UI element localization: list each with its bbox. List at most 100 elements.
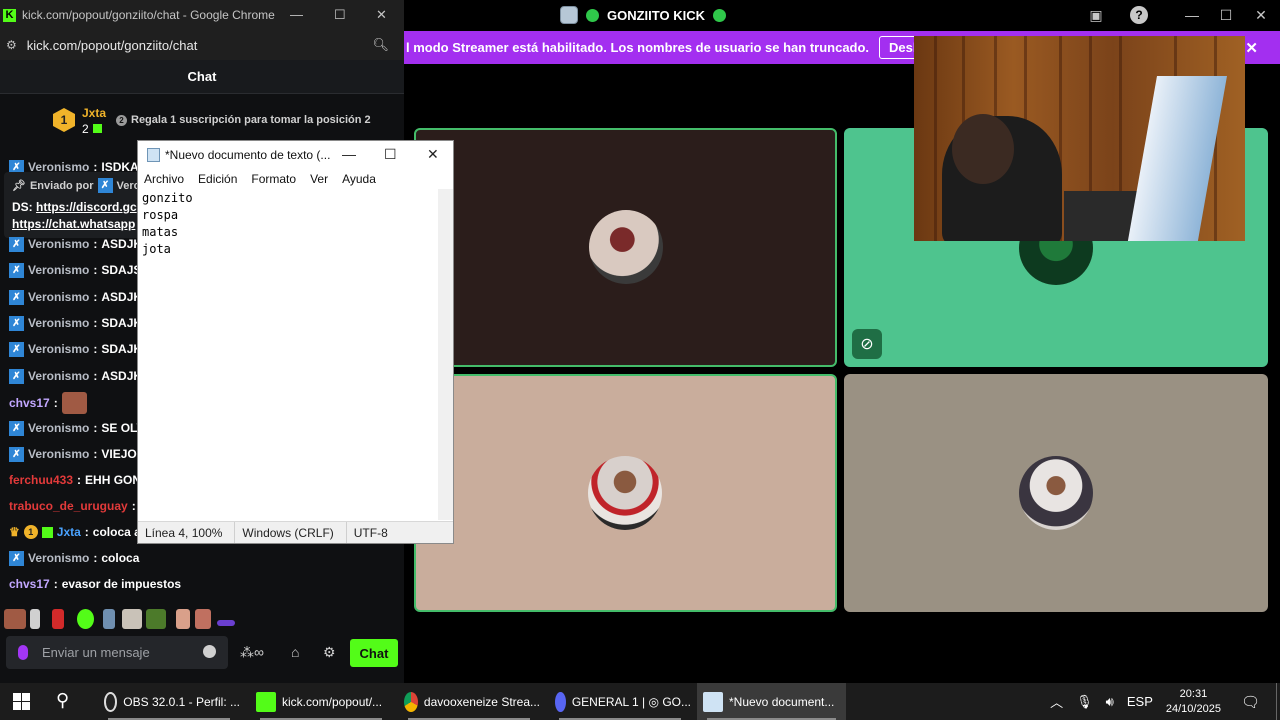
- discord-icon: [555, 691, 566, 712]
- mod-badge-icon: ✗: [9, 446, 24, 462]
- emote-icon[interactable]: [77, 609, 94, 629]
- chat-message: ✗ Veronismo: SE OLVII: [9, 418, 151, 438]
- taskbar-discord[interactable]: GENERAL 1 | ◎ GO...: [549, 683, 691, 720]
- chat-username[interactable]: Veronismo: [28, 421, 89, 435]
- emote-icon[interactable]: [195, 609, 211, 629]
- inbox-icon[interactable]: ▣: [1087, 6, 1105, 24]
- search-icon[interactable]: 🔍︎: [372, 37, 389, 53]
- chat-input[interactable]: Enviar un mensaje: [6, 636, 228, 669]
- emote-icon[interactable]: [4, 609, 26, 629]
- show-desktop-button[interactable]: [1276, 683, 1280, 720]
- kick-icon: [256, 691, 276, 712]
- taskbar-kick-chat[interactable]: kick.com/popout/...: [250, 683, 392, 720]
- kick-logo-icon: K: [3, 8, 16, 22]
- banner-close-icon[interactable]: ✕: [1245, 39, 1258, 57]
- url-text[interactable]: kick.com/popout/gonziito/chat: [27, 38, 198, 53]
- menu-archivo[interactable]: Archivo: [144, 172, 184, 186]
- chevron-up-icon[interactable]: ︿: [1050, 692, 1063, 711]
- vertical-scrollbar[interactable]: [438, 189, 453, 520]
- notepad-icon: [703, 691, 723, 712]
- menu-edicion[interactable]: Edición: [198, 172, 237, 186]
- emote-icon[interactable]: [122, 609, 142, 629]
- microphone-icon[interactable]: 🎙︎: [1076, 694, 1093, 710]
- settings-icon[interactable]: ⚙: [323, 644, 336, 661]
- chat-message: ✗ Veronismo: VIEJO VI: [9, 444, 151, 464]
- points-icon[interactable]: ⁂∞: [240, 644, 264, 661]
- taskbar-obs[interactable]: OBS 32.0.1 - Perfil: ...: [98, 683, 240, 720]
- emote-icon[interactable]: [103, 609, 115, 629]
- gift-badge-icon: [41, 526, 53, 538]
- site-settings-icon[interactable]: ⚙: [6, 38, 17, 52]
- chat-text: coloca: [101, 551, 140, 565]
- system-tray: ︿ 🎙︎ 🔊︎ ESP 20:31 24/10/2025 🗨︎: [1050, 683, 1280, 720]
- status-position: Línea 4, 100%: [138, 522, 236, 543]
- clock[interactable]: 20:31 24/10/2025: [1166, 687, 1221, 717]
- emote-icon[interactable]: [217, 620, 235, 626]
- discord-link[interactable]: https://discord.gc: [36, 200, 137, 214]
- minimize-icon[interactable]: —: [1183, 6, 1201, 24]
- chat-input-row: Enviar un mensaje ⁂∞ ⌂ ⚙ Chat: [0, 636, 404, 672]
- rank-badge: 1: [53, 108, 75, 132]
- taskbar-chrome[interactable]: davooxeneize Strea...: [398, 683, 540, 720]
- chat-input-placeholder[interactable]: Enviar un mensaje: [42, 645, 150, 660]
- voice-tile-4[interactable]: [844, 374, 1268, 612]
- menu-ver[interactable]: Ver: [310, 172, 328, 186]
- chat-send-button[interactable]: Chat: [350, 639, 398, 667]
- chat-username[interactable]: ferchuu433: [9, 473, 73, 487]
- task-label: OBS 32.0.1 - Perfil: ...: [123, 694, 240, 709]
- chat-username[interactable]: Veronismo: [28, 369, 89, 383]
- chat-username[interactable]: Veronismo: [28, 342, 89, 356]
- help-icon[interactable]: ?: [1130, 6, 1148, 24]
- emoji-icon[interactable]: [203, 645, 216, 658]
- mod-badge-icon: ✗: [9, 368, 24, 384]
- minimize-icon[interactable]: —: [342, 146, 356, 162]
- address-bar[interactable]: ⚙ kick.com/popout/gonziito/chat 🔍︎: [0, 30, 404, 60]
- chat-username[interactable]: Veronismo: [28, 447, 89, 461]
- voice-tile-1[interactable]: [414, 128, 837, 367]
- search-icon[interactable]: ⚲: [56, 690, 69, 711]
- whatsapp-link[interactable]: https://chat.whatsapp: [12, 217, 135, 231]
- emote-icon[interactable]: [52, 609, 64, 629]
- maximize-icon[interactable]: ☐: [1217, 6, 1235, 24]
- mic-icon[interactable]: [18, 645, 28, 660]
- windows-start-icon[interactable]: [13, 693, 30, 710]
- chat-message: chvs17: evasor de impuestos: [9, 577, 182, 591]
- chat-username[interactable]: Veronismo: [28, 551, 89, 565]
- chat-username[interactable]: trabuco_de_uruguay: [9, 499, 128, 513]
- notepad-text-area[interactable]: gonzito rospa matas jota: [141, 190, 439, 520]
- maximize-icon[interactable]: ☐: [334, 7, 346, 23]
- emote-icon: [61, 392, 87, 414]
- chat-message: ✗ Veronismo: SDAJKD: [9, 339, 151, 359]
- maximize-icon[interactable]: ☐: [384, 146, 397, 163]
- chat-username[interactable]: chvs17: [9, 396, 50, 410]
- store-icon[interactable]: ⌂: [291, 644, 299, 660]
- text-line: jota: [142, 242, 171, 256]
- chat-username[interactable]: Veronismo: [28, 237, 89, 251]
- emote-icon[interactable]: [30, 609, 40, 629]
- emote-icon[interactable]: [176, 609, 190, 629]
- menu-formato[interactable]: Formato: [251, 172, 296, 186]
- chat-username[interactable]: Veronismo: [28, 290, 89, 304]
- obs-icon: [104, 691, 118, 712]
- taskbar-notepad[interactable]: *Nuevo document...: [697, 683, 846, 720]
- avatar: [589, 210, 663, 284]
- notifications-icon[interactable]: 🗨︎: [1241, 693, 1260, 711]
- menu-ayuda[interactable]: Ayuda: [342, 172, 376, 186]
- server-title: GONZIITO KICK: [560, 6, 726, 24]
- minimize-icon[interactable]: —: [290, 7, 303, 22]
- status-dot-icon: [712, 8, 726, 22]
- chat-username[interactable]: Veronismo: [28, 316, 89, 330]
- chat-username[interactable]: Veronismo: [28, 263, 89, 277]
- banner-text: l modo Streamer está habilitado. Los nom…: [406, 40, 870, 55]
- chat-username[interactable]: chvs17: [9, 577, 50, 591]
- close-icon[interactable]: ✕: [427, 146, 439, 163]
- volume-icon[interactable]: 🔊︎: [1106, 694, 1114, 710]
- voice-tile-3[interactable]: [414, 374, 837, 612]
- chat-username[interactable]: Jxta: [57, 525, 81, 539]
- close-icon[interactable]: ✕: [1252, 6, 1270, 24]
- leader-username[interactable]: Jxta: [82, 106, 106, 120]
- emote-icon[interactable]: [146, 609, 166, 629]
- language-indicator[interactable]: ESP: [1127, 694, 1153, 709]
- close-icon[interactable]: ✕: [376, 7, 387, 23]
- pin-icon: 📌︎: [12, 180, 26, 192]
